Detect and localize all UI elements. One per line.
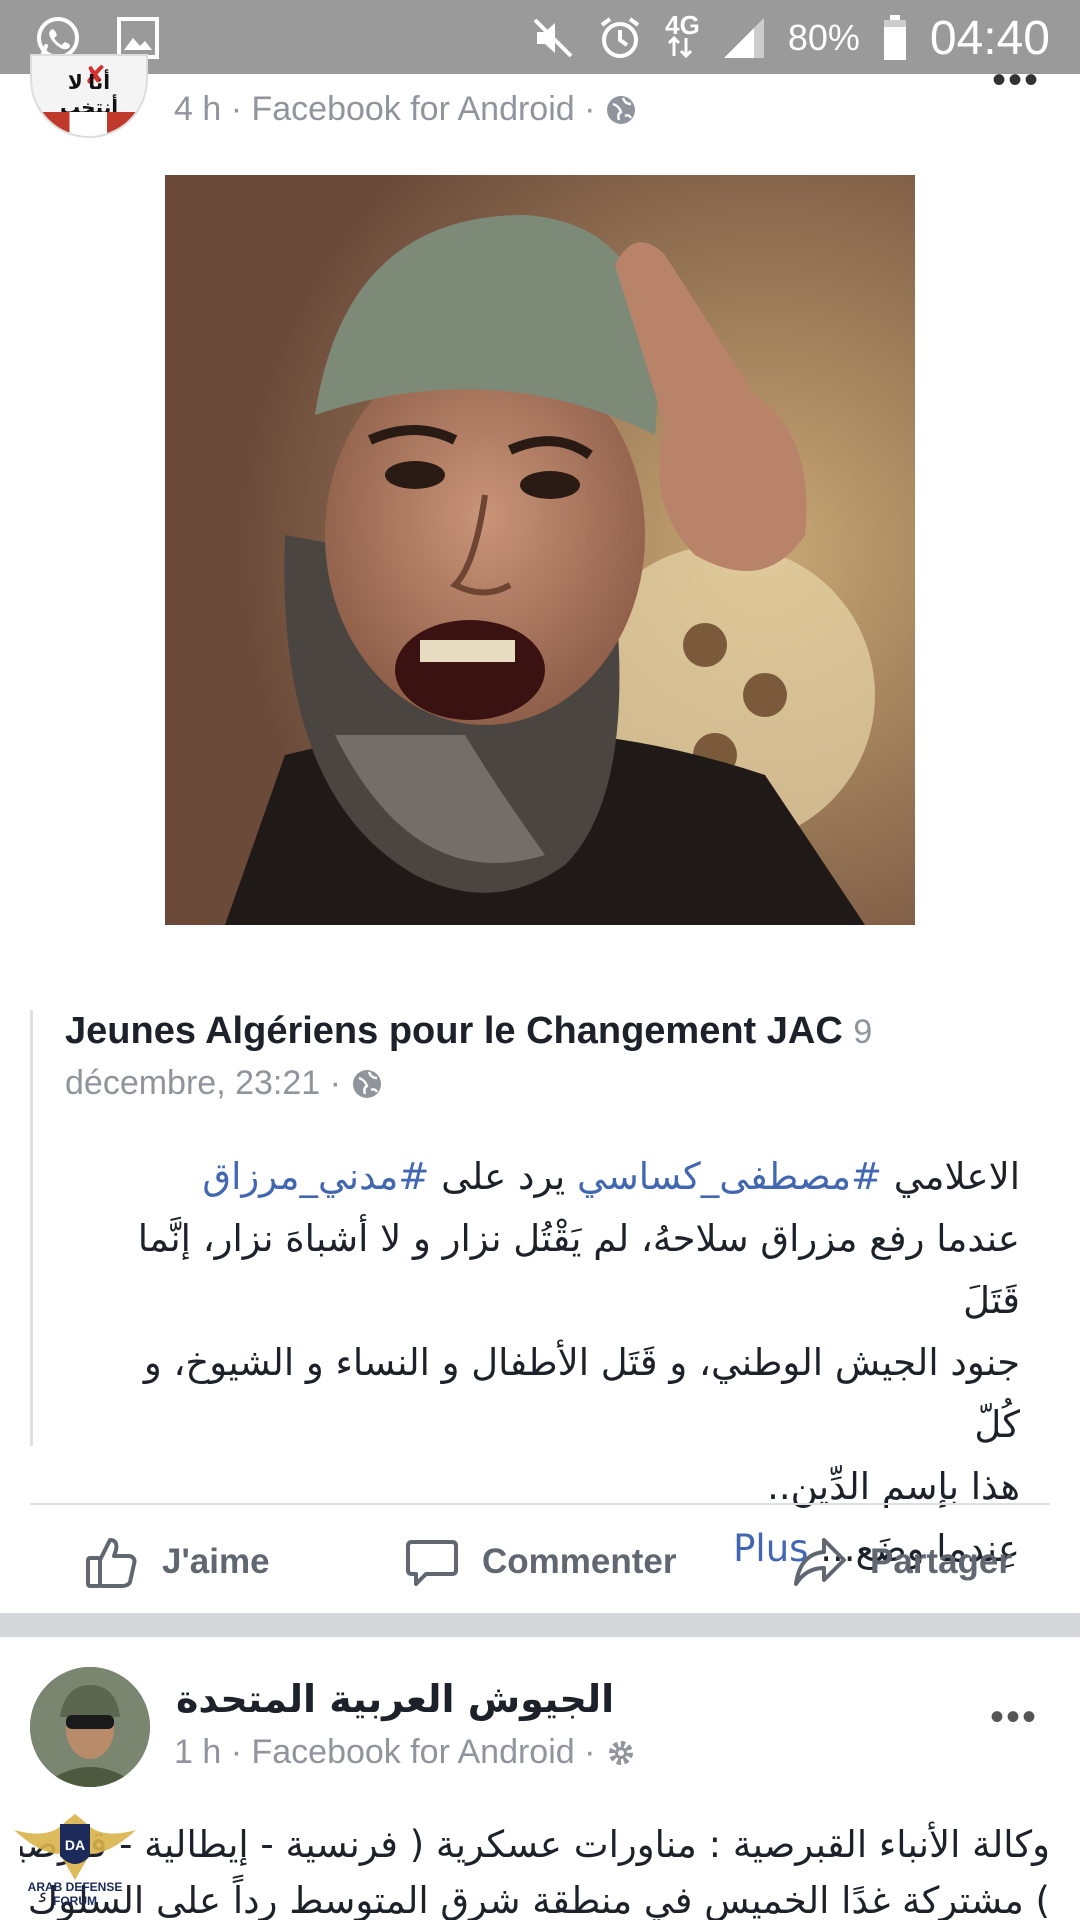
hashtag-link-2[interactable]: #مدني_مرزاق	[202, 1155, 429, 1198]
comment-button[interactable]: Commenter	[404, 1534, 676, 1590]
post-actions: J'aime Commenter Partager	[0, 1512, 1080, 1608]
battery-icon	[883, 15, 906, 60]
like-label: J'aime	[162, 1542, 270, 1581]
more-options-icon[interactable]: •••	[992, 58, 1040, 103]
post1-meta-text: 4 h · Facebook for Android ·	[174, 90, 596, 128]
post2-body: وكالة الأنباء القبرصية : مناورات عسكرية …	[20, 1817, 1050, 1920]
body-line1-a: الاعلامي	[882, 1155, 1020, 1198]
post1-header: ✘ أنا لا أنتخب 4 h · Facebook for Androi…	[0, 54, 1080, 154]
shared-page-name[interactable]: Jeunes Algériens pour le Changement JAC	[65, 1010, 843, 1052]
network-label: 4G	[665, 9, 700, 40]
thumbs-up-icon	[86, 1538, 137, 1588]
status-right-icons: 4G 80% 04:40	[531, 8, 1050, 68]
alarm-icon	[600, 17, 640, 58]
portrait-image	[165, 175, 915, 925]
post2-body-line-1: وكالة الأنباء القبرصية : مناورات عسكرية …	[20, 1823, 1050, 1866]
shared-date-text: décembre, 23:21 ·	[65, 1064, 341, 1102]
share-button[interactable]: Partager	[792, 1534, 1012, 1590]
body-line-2: عندما رفع مزراق سلاحهُ، لم يَقْتُل نزار …	[137, 1217, 1020, 1322]
body-line-4: هذا بإسم الدِّين..	[767, 1465, 1020, 1508]
post2-avatar[interactable]	[30, 1667, 150, 1787]
shared-post-date: décembre, 23:21 ·	[65, 1064, 383, 1103]
gear-icon	[609, 1740, 634, 1765]
shared-post[interactable]: Jeunes Algériens pour le Changement JAC …	[30, 1010, 1050, 1570]
post2: الجيوش العربية المتحدة 1 h · Facebook fo…	[0, 1637, 1080, 1920]
watermark-text: ARAB DEFENSE FORUM	[27, 1880, 123, 1908]
globe-icon	[607, 95, 636, 124]
status-bar: 4G 80% 04:40	[0, 0, 1080, 74]
mute-icon	[533, 18, 573, 58]
avatar-flag-stripe	[32, 112, 146, 136]
shared-post-title[interactable]: Jeunes Algériens pour le Changement JAC …	[65, 1010, 872, 1053]
body-line-1: الاعلامي #مصطفى_كساسي يرد على #مدني_مرزا…	[93, 1146, 1020, 1208]
post2-author[interactable]: الجيوش العربية المتحدة	[176, 1677, 614, 1721]
feed-separator	[0, 1613, 1080, 1637]
signal-icon	[723, 18, 764, 58]
network-indicator: 4G	[665, 9, 700, 63]
post2-more-options-icon[interactable]: •••	[990, 1695, 1038, 1740]
post2-meta-text: 1 h · Facebook for Android ·	[174, 1733, 596, 1771]
share-icon	[794, 1538, 846, 1586]
shield-eagle-icon: DA	[14, 1814, 136, 1880]
battery-percent: 80%	[787, 17, 860, 58]
hashtag-link-1[interactable]: #مصطفى_كساسي	[577, 1155, 882, 1198]
post2-body-line-2: ) مشتركة غدًا الخميس في منطقة شرق المتوس…	[27, 1879, 1050, 1920]
body-line1-b: يرد على	[429, 1155, 577, 1198]
actions-divider	[30, 1503, 1050, 1505]
post1-meta: 4 h · Facebook for Android ·	[174, 90, 637, 129]
shared-day: 9	[853, 1013, 873, 1051]
watermark-logo: DA ARAB DEFENSE FORUM	[10, 1810, 140, 1920]
comment-label: Commenter	[482, 1542, 677, 1581]
comment-icon	[406, 1540, 458, 1586]
post-photo[interactable]	[165, 175, 915, 925]
page-avatar[interactable]: ✘ أنا لا أنتخب	[30, 54, 148, 138]
body-line-3: جنود الجيش الوطني، و قَتَل الأطفال و الن…	[143, 1341, 1020, 1446]
share-label: Partager	[870, 1542, 1013, 1581]
like-button[interactable]: J'aime	[84, 1534, 270, 1590]
network-arrows-icon	[668, 35, 693, 58]
soldier-avatar-image	[30, 1667, 150, 1787]
post2-meta: 1 h · Facebook for Android ·	[174, 1733, 637, 1772]
globe-icon	[352, 1069, 381, 1098]
svg-text:DA: DA	[65, 1837, 85, 1853]
